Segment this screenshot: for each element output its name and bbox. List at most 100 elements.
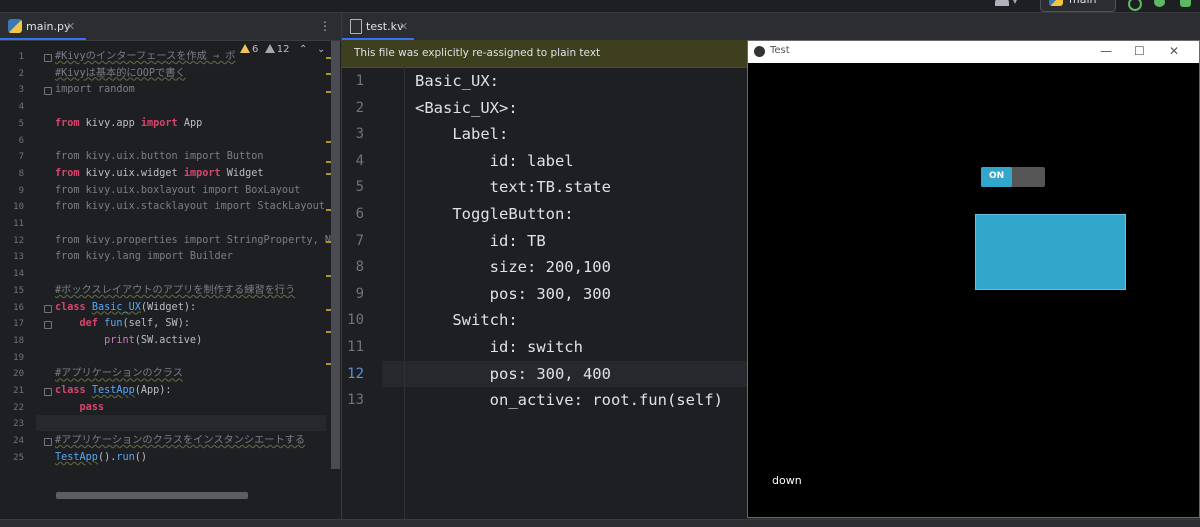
warning-icon <box>240 44 250 53</box>
code-line[interactable]: id: switch <box>415 334 583 361</box>
code-token: TestApp <box>91 385 135 396</box>
tab-main-py[interactable]: main.py ✕ <box>0 13 86 40</box>
scrollbar-marker <box>326 241 331 243</box>
branch-selector[interactable]: main ▾ <box>1040 0 1116 12</box>
scrollbar-marker <box>326 331 331 333</box>
fold-icon[interactable] <box>44 438 52 447</box>
user-icon[interactable] <box>995 0 1009 6</box>
line-number: 19 <box>13 352 24 363</box>
fold-icon[interactable] <box>44 321 52 330</box>
code-line[interactable]: #Kivyのインターフェースを作成 → ボ <box>55 49 235 66</box>
python-editor-pane: main.py ✕ ⋮ 1 2 3 4 5 6 7 8 9 10 11 12 13 14 15 16 17 18 1… <box>0 13 341 519</box>
line-number: 20 <box>13 369 24 380</box>
line-number: 8 <box>18 168 24 179</box>
line-number: 3 <box>355 126 364 143</box>
more-options-icon[interactable]: ⋮ <box>319 19 331 33</box>
profile-run-icon[interactable] <box>1180 0 1191 7</box>
gutter-divider <box>404 67 405 519</box>
close-icon[interactable]: ✕ <box>1169 44 1179 58</box>
code-token: from kivy.uix.boxlayout import BoxLayout <box>55 184 301 196</box>
vertical-scrollbar[interactable] <box>331 41 340 469</box>
code-line[interactable]: class TestApp(App): <box>55 383 172 400</box>
line-number: 21 <box>13 386 24 396</box>
code-line[interactable]: text:TB.state <box>415 174 611 201</box>
line-number-gutter: 1 2 3 4 5 6 7 8 9 10 11 12 13 14 15 16 17 18 19 20 21 22 23 24 2… <box>0 41 36 519</box>
toggle-button[interactable] <box>975 214 1126 290</box>
code-line[interactable]: from kivy.uix.widget import Widget <box>55 166 264 183</box>
code-line[interactable]: from kivy.uix.boxlayout import BoxLayout <box>55 183 300 200</box>
code-line[interactable]: <Basic_UX>: <box>415 95 518 122</box>
code-line[interactable]: #Kivyは基本的にOOPで書く <box>55 66 186 83</box>
fold-icon[interactable] <box>44 304 52 313</box>
code-line[interactable]: id: label <box>415 148 574 175</box>
code-line[interactable]: ToggleButton: <box>415 201 573 228</box>
code-line[interactable]: Switch: <box>415 307 517 334</box>
code-line[interactable]: size: 200,100 <box>415 254 611 281</box>
weak-warning-icon <box>264 44 275 53</box>
maximize-icon[interactable]: ☐ <box>1134 44 1145 58</box>
code-line[interactable]: on_active: root.fun(self) <box>415 387 723 414</box>
window-titlebar[interactable]: Test — ☐ ✕ <box>748 41 1199 63</box>
code-line[interactable]: Basic_UX: <box>415 68 499 95</box>
debug-icon[interactable] <box>1154 0 1165 7</box>
code-line[interactable]: from kivy.app import App <box>55 116 202 133</box>
line-number: 16 <box>13 302 24 313</box>
fold-icon[interactable] <box>44 388 52 396</box>
chevron-down-icon[interactable]: ▾ <box>1013 0 1017 6</box>
code-token: #Kivyのインターフェースを作成 → ボ <box>55 51 236 62</box>
line-number: 6 <box>18 135 24 146</box>
code-line[interactable]: print(SW.active) <box>55 333 202 350</box>
code-line[interactable]: #アプリケーションのクラスをインスタンシエートする <box>55 433 305 450</box>
code-token: from <box>55 117 86 129</box>
code-line[interactable]: pos: 300, 400 <box>415 361 611 388</box>
code-line[interactable]: id: TB <box>415 228 546 255</box>
code-line[interactable]: class Basic_UX(Widget): <box>55 300 196 317</box>
code-line[interactable]: from kivy.uix.stacklayout import StackLa… <box>55 199 325 216</box>
kv-editor-tabbar: test.kv ✕ <box>342 13 748 41</box>
switch-widget[interactable]: ON <box>981 167 1045 187</box>
code-token: import <box>183 151 227 163</box>
code-token: kivy.uix.widget <box>85 167 184 179</box>
code-line[interactable]: from kivy.lang import Builder <box>55 249 233 266</box>
scrollbar-marker <box>326 209 331 211</box>
line-number: 5 <box>18 118 24 129</box>
tab-test-kv[interactable]: test.kv ✕ <box>342 13 414 40</box>
kv-editor-pane: test.kv ✕ This file was explicitly re-as… <box>341 13 748 519</box>
previous-issue-icon[interactable]: ⌃ <box>299 44 307 55</box>
code-token: from kivy.lang import Builder <box>55 251 233 263</box>
line-number: 4 <box>355 152 364 169</box>
code-line[interactable]: #ボックスレイアウトのアプリを制作する練習を行う <box>55 283 295 300</box>
code-line[interactable]: from kivy.properties import StringProper… <box>55 233 337 250</box>
line-number: 12 <box>347 365 364 382</box>
code-token: #アプリケーションのクラスをインスタンシエートする <box>55 435 306 447</box>
code-line[interactable]: import random <box>55 82 135 99</box>
fold-icon[interactable] <box>44 87 52 96</box>
line-number: 1 <box>18 52 24 62</box>
code-token: Basic_UX <box>91 301 141 313</box>
minimize-icon[interactable]: — <box>1100 44 1112 58</box>
code-line[interactable]: TestApp().run() <box>55 450 147 467</box>
code-line[interactable]: Label: <box>415 121 508 148</box>
code-line[interactable]: pass <box>55 400 105 417</box>
run-icon[interactable] <box>1128 0 1142 11</box>
scrollbar-marker <box>326 73 331 75</box>
inspection-widget[interactable]: 6 12 ⌃ ⌄ <box>240 44 325 55</box>
horizontal-scrollbar[interactable] <box>56 492 248 499</box>
code-line[interactable]: from kivy.uix.button import Button <box>55 149 264 166</box>
close-icon[interactable]: ✕ <box>399 20 408 33</box>
code-token: from <box>55 167 86 179</box>
code-line[interactable]: #アプリケーションのクラス <box>55 366 183 383</box>
next-issue-icon[interactable]: ⌄ <box>317 44 325 55</box>
code-token: kivy.app <box>85 117 141 129</box>
code-line[interactable]: def fun(self, SW): <box>55 316 190 333</box>
scrollbar-marker <box>326 161 331 163</box>
line-number: 15 <box>13 285 24 296</box>
code-token: Widget <box>226 167 264 179</box>
code-token: import <box>140 117 184 129</box>
kivy-app-window[interactable]: Test — ☐ ✕ ON down <box>747 40 1200 518</box>
close-icon[interactable]: ✕ <box>66 20 75 33</box>
code-line[interactable]: pos: 300, 300 <box>415 281 611 308</box>
line-number: 2 <box>355 99 364 116</box>
fold-icon[interactable] <box>44 54 52 62</box>
code-token: Button <box>226 151 264 163</box>
